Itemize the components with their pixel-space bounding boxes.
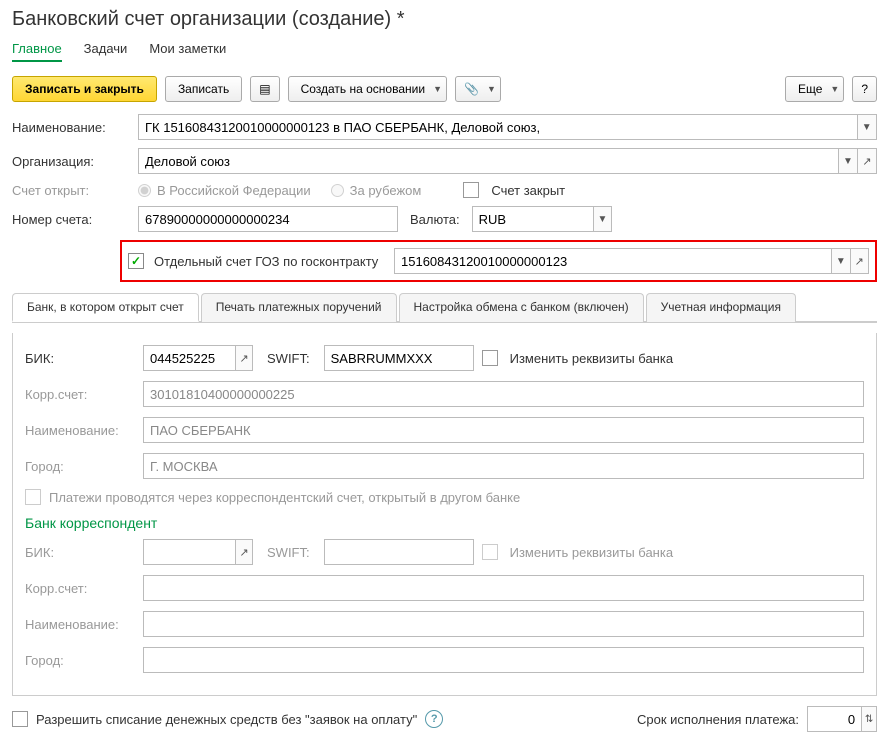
change-details-checkbox[interactable]	[482, 350, 498, 366]
radio-rf-label: В Российской Федерации	[157, 183, 311, 198]
cb-bik-label: БИК:	[25, 545, 135, 560]
help-icon[interactable]: ?	[425, 710, 443, 728]
subtab-bank[interactable]: Банк, в котором открыт счет	[12, 293, 199, 322]
create-based-label: Создать на основании	[301, 82, 426, 96]
dropdown-button[interactable]: ▼	[832, 248, 850, 274]
term-label: Срок исполнения платежа:	[637, 712, 799, 727]
acct-num-input[interactable]	[138, 206, 398, 232]
term-input[interactable]	[807, 706, 862, 732]
cb-corr-input	[143, 575, 864, 601]
save-button[interactable]: Записать	[165, 76, 242, 102]
swift-input[interactable]	[324, 345, 474, 371]
question-icon: ?	[861, 82, 868, 96]
change-details-label: Изменить реквизиты банка	[510, 351, 673, 366]
org-label: Организация:	[12, 154, 132, 169]
goz-input[interactable]	[394, 248, 832, 274]
bank-name-label: Наименование:	[25, 423, 135, 438]
allow-wo-checkbox[interactable]	[12, 711, 28, 727]
dropdown-button[interactable]: ▼	[594, 206, 611, 232]
cb-swift-input	[324, 539, 474, 565]
currency-label: Валюта:	[410, 212, 460, 227]
bik-input[interactable]	[143, 345, 236, 371]
account-open-label: Счет открыт:	[12, 183, 132, 198]
nav-tabs: Главное Задачи Мои заметки	[12, 41, 877, 62]
list-icon-button[interactable]: ▤	[250, 76, 279, 102]
corr-bank-title: Банк корреспондент	[25, 515, 864, 531]
bank-name-input[interactable]	[143, 417, 864, 443]
allow-wo-label: Разрешить списание денежных средств без …	[36, 712, 417, 727]
via-corr-label: Платежи проводятся через корреспондентск…	[49, 490, 520, 505]
cb-name-label: Наименование:	[25, 617, 135, 632]
list-icon: ▤	[259, 82, 270, 96]
open-icon: ↗	[240, 352, 249, 365]
cb-city-input	[143, 647, 864, 673]
chevron-down-icon: ▼	[830, 84, 839, 94]
tab-main[interactable]: Главное	[12, 41, 62, 62]
radio-rf[interactable]: В Российской Федерации	[138, 183, 311, 198]
chevron-down-icon: ▼	[597, 214, 607, 225]
cb-corr-label: Корр.счет:	[25, 581, 135, 596]
subtab-print[interactable]: Печать платежных поручений	[201, 293, 397, 322]
chevron-down-icon: ▼	[836, 256, 846, 267]
acct-num-label: Номер счета:	[12, 212, 132, 227]
more-label: Еще	[798, 82, 822, 96]
bik-label: БИК:	[25, 351, 135, 366]
save-close-button[interactable]: Записать и закрыть	[12, 76, 157, 102]
cb-change-details-checkbox	[482, 544, 498, 560]
chevron-down-icon: ▼	[843, 156, 853, 167]
corr-input[interactable]	[143, 381, 864, 407]
name-input[interactable]	[138, 114, 858, 140]
stepper-icon: ⇅	[865, 714, 873, 725]
help-button[interactable]: ?	[852, 76, 877, 102]
name-label: Наименование:	[12, 120, 132, 135]
cb-swift-label: SWIFT:	[267, 545, 310, 560]
city-input[interactable]	[143, 453, 864, 479]
radio-abroad-label: За рубежом	[350, 183, 422, 198]
chevron-down-icon: ▼	[487, 84, 496, 94]
account-closed-checkbox[interactable]	[463, 182, 479, 198]
open-button[interactable]: ↗	[851, 248, 869, 274]
dropdown-button[interactable]: ▼	[858, 114, 877, 140]
attach-button[interactable]: 📎 ▼	[455, 76, 501, 102]
corr-label: Корр.счет:	[25, 387, 135, 402]
open-button[interactable]: ↗	[858, 148, 877, 174]
cb-bik-input	[143, 539, 236, 565]
city-label: Город:	[25, 459, 135, 474]
open-icon: ↗	[862, 155, 871, 168]
currency-input[interactable]	[472, 206, 595, 232]
create-based-button[interactable]: Создать на основании ▼	[288, 76, 447, 102]
tab-notes[interactable]: Мои заметки	[149, 41, 226, 62]
radio-abroad[interactable]: За рубежом	[331, 183, 422, 198]
open-button: ↗	[236, 539, 253, 565]
radio-abroad-input	[331, 184, 344, 197]
chevron-down-icon: ▼	[862, 122, 872, 133]
subtab-exchange[interactable]: Настройка обмена с банком (включен)	[399, 293, 644, 322]
open-button[interactable]: ↗	[236, 345, 253, 371]
cb-change-details-label: Изменить реквизиты банка	[510, 545, 673, 560]
cb-city-label: Город:	[25, 653, 135, 668]
goz-highlight-row: ✓ Отдельный счет ГОЗ по госконтракту ▼ ↗	[120, 240, 877, 282]
via-corr-checkbox[interactable]	[25, 489, 41, 505]
page-title: Банковский счет организации (создание) *	[12, 8, 877, 31]
open-icon: ↗	[855, 255, 864, 268]
dropdown-button[interactable]: ▼	[839, 148, 858, 174]
attach-icon: 📎	[464, 82, 479, 96]
toolbar: Записать и закрыть Записать ▤ Создать на…	[12, 76, 877, 102]
goz-label: Отдельный счет ГОЗ по госконтракту	[154, 254, 384, 269]
cb-name-input	[143, 611, 864, 637]
account-closed-label: Счет закрыт	[491, 183, 565, 198]
chevron-down-icon: ▼	[433, 84, 442, 94]
more-button[interactable]: Еще ▼	[785, 76, 844, 102]
open-icon: ↗	[240, 546, 249, 559]
subtab-accounting[interactable]: Учетная информация	[646, 293, 796, 322]
swift-label: SWIFT:	[267, 351, 310, 366]
goz-checkbox[interactable]: ✓	[128, 253, 144, 269]
radio-rf-input	[138, 184, 151, 197]
stepper-button[interactable]: ⇅	[862, 706, 877, 732]
bank-panel: БИК: ↗ SWIFT: Изменить реквизиты банка К…	[12, 333, 877, 696]
sub-tabs: Банк, в котором открыт счет Печать плате…	[12, 292, 877, 323]
org-input[interactable]	[138, 148, 839, 174]
tab-tasks[interactable]: Задачи	[84, 41, 128, 62]
